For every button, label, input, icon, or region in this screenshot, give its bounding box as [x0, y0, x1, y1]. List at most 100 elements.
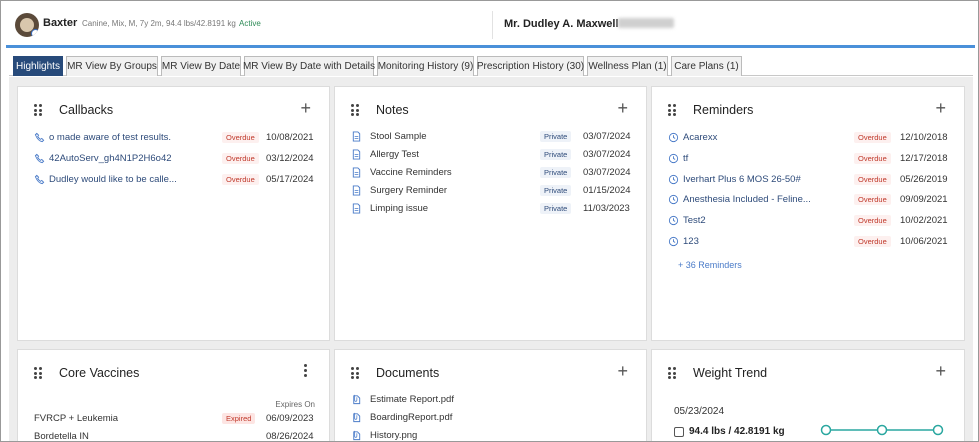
tab-highlights[interactable]: Highlights	[13, 56, 63, 76]
tab-care-plans[interactable]: Care Plans (1)	[671, 56, 742, 76]
documents-card: Documents + Estimate Report.pdf Boarding…	[334, 349, 647, 441]
list-item[interactable]: 42AutoServ_gh4N1P2H6o42 Overdue 03/12/20…	[34, 152, 324, 166]
privacy-badge: Private	[540, 149, 572, 160]
note-text: Limping issue	[370, 203, 429, 214]
privacy-badge: Private	[540, 185, 572, 196]
reminder-text: tf	[683, 153, 689, 164]
note-date: 01/15/2024	[583, 185, 631, 196]
clock-icon	[668, 153, 679, 164]
reminders-card: Reminders + Acarexx Overdue 12/10/2018 t…	[651, 86, 965, 341]
drag-handle-icon[interactable]	[351, 367, 359, 379]
callback-text: 42AutoServ_gh4N1P2H6o42	[49, 153, 172, 164]
core-vaccines-card: Core Vaccines Expires On FVRCP + Leukemi…	[17, 349, 330, 442]
header-divider	[492, 11, 493, 39]
drag-handle-icon[interactable]	[351, 104, 359, 116]
callback-date: 10/08/2021	[266, 132, 314, 143]
owner-phone-redacted	[618, 18, 674, 28]
kebab-menu-icon[interactable]	[304, 364, 308, 378]
list-item[interactable]: Iverhart Plus 6 MOS 26-50# Overdue 05/26…	[668, 173, 960, 187]
privacy-badge: Private	[540, 203, 572, 214]
callback-text: Dudley would like to be calle...	[49, 174, 177, 185]
more-reminders-link[interactable]: + 36 Reminders	[678, 260, 742, 270]
list-item[interactable]: Dudley would like to be calle... Overdue…	[34, 173, 324, 187]
status-badge: Overdue	[222, 132, 259, 143]
avatar-badge-icon	[31, 29, 39, 37]
callback-date: 03/12/2024	[266, 153, 314, 164]
drag-handle-icon[interactable]	[668, 104, 676, 116]
note-text: Surgery Reminder	[370, 185, 448, 196]
list-item[interactable]: tf Overdue 12/17/2018	[668, 152, 960, 166]
list-item[interactable]: Bordetella IN 08/26/2024	[34, 430, 324, 442]
document-name: BoardingReport.pdf	[370, 412, 453, 423]
callbacks-title: Callbacks	[59, 103, 114, 117]
status-badge: Overdue	[854, 132, 891, 143]
list-item[interactable]: History.png	[351, 429, 641, 441]
note-date: 03/07/2024	[583, 167, 631, 178]
weight-value-text: 94.4 lbs / 42.8191 kg	[689, 426, 785, 437]
list-item[interactable]: Stool Sample Private 03/07/2024	[351, 130, 641, 144]
notes-card: Notes + Stool Sample Private 03/07/2024 …	[334, 86, 647, 341]
phone-icon	[34, 153, 45, 164]
reminder-date: 12/17/2018	[900, 153, 948, 164]
list-item[interactable]: Limping issue Private 11/03/2023	[351, 202, 641, 216]
expires-on-header: Expires On	[275, 400, 315, 409]
drag-handle-icon[interactable]	[34, 104, 42, 116]
clock-icon	[668, 194, 679, 205]
notes-title: Notes	[376, 103, 409, 117]
tab-prescription-history[interactable]: Prescription History (30)	[477, 56, 584, 76]
app-window: Baxter Canine, Mix, M, 7y 2m, 94.4 lbs/4…	[0, 0, 979, 442]
list-item[interactable]: 123 Overdue 10/06/2021	[668, 235, 960, 249]
list-item[interactable]: Allergy Test Private 03/07/2024	[351, 148, 641, 162]
tab-monitoring-history[interactable]: Monitoring History (9)	[377, 56, 474, 76]
document-icon	[352, 149, 361, 160]
clock-icon	[668, 132, 679, 143]
reminder-date: 10/02/2021	[900, 215, 948, 226]
tab-mr-view-by-date-details[interactable]: MR View By Date with Details	[243, 56, 375, 76]
clock-icon	[668, 236, 679, 247]
vaccine-expiry-date: 08/26/2024	[266, 431, 314, 442]
note-text: Stool Sample	[370, 131, 427, 142]
add-document-button[interactable]: +	[617, 361, 628, 381]
list-item[interactable]: Estimate Report.pdf	[351, 393, 641, 407]
scale-icon	[674, 426, 684, 437]
tab-bar: Highlights MR View By Groups MR View By …	[9, 53, 973, 76]
tab-wellness-plan[interactable]: Wellness Plan (1)	[587, 56, 668, 76]
pet-avatar[interactable]	[15, 13, 39, 37]
list-item[interactable]: Vaccine Reminders Private 03/07/2024	[351, 166, 641, 180]
add-note-button[interactable]: +	[617, 98, 628, 118]
weight-date: 05/23/2024	[674, 406, 725, 417]
status-badge: Overdue	[222, 174, 259, 185]
privacy-badge: Private	[540, 131, 572, 142]
list-item[interactable]: BoardingReport.pdf	[351, 411, 641, 425]
note-text: Vaccine Reminders	[370, 167, 452, 178]
clock-icon	[668, 174, 679, 185]
owner-name[interactable]: Mr. Dudley A. Maxwell	[504, 18, 619, 30]
patient-header: Baxter Canine, Mix, M, 7y 2m, 94.4 lbs/4…	[2, 2, 977, 46]
tab-mr-view-by-date[interactable]: MR View By Date	[161, 56, 241, 76]
tab-mr-view-by-groups[interactable]: MR View By Groups	[66, 56, 158, 76]
reminder-date: 12/10/2018	[900, 132, 948, 143]
add-weight-button[interactable]: +	[935, 361, 946, 381]
weight-trend-sparkline	[820, 424, 944, 436]
list-item[interactable]: FVRCP + Leukemia Expired 06/09/2023	[34, 412, 324, 426]
list-item[interactable]: Acarexx Overdue 12/10/2018	[668, 131, 960, 145]
sparkline-point[interactable]	[932, 424, 944, 436]
sparkline-point[interactable]	[820, 424, 832, 436]
list-item[interactable]: Surgery Reminder Private 01/15/2024	[351, 184, 641, 198]
sparkline-point[interactable]	[876, 424, 888, 436]
add-reminder-button[interactable]: +	[935, 98, 946, 118]
header-accent-line	[6, 45, 975, 48]
drag-handle-icon[interactable]	[34, 367, 42, 379]
note-date: 03/07/2024	[583, 131, 631, 142]
pet-name[interactable]: Baxter	[43, 17, 77, 29]
list-item[interactable]: o made aware of test results. Overdue 10…	[34, 131, 324, 145]
list-item[interactable]: Anesthesia Included - Feline... Overdue …	[668, 193, 960, 207]
list-item[interactable]: Test2 Overdue 10/02/2021	[668, 214, 960, 228]
document-icon	[352, 203, 361, 214]
drag-handle-icon[interactable]	[668, 367, 676, 379]
core-vaccines-title: Core Vaccines	[59, 366, 140, 380]
add-callback-button[interactable]: +	[300, 98, 311, 118]
reminder-text: Test2	[683, 215, 706, 226]
document-icon	[352, 131, 361, 142]
document-icon	[352, 185, 361, 196]
